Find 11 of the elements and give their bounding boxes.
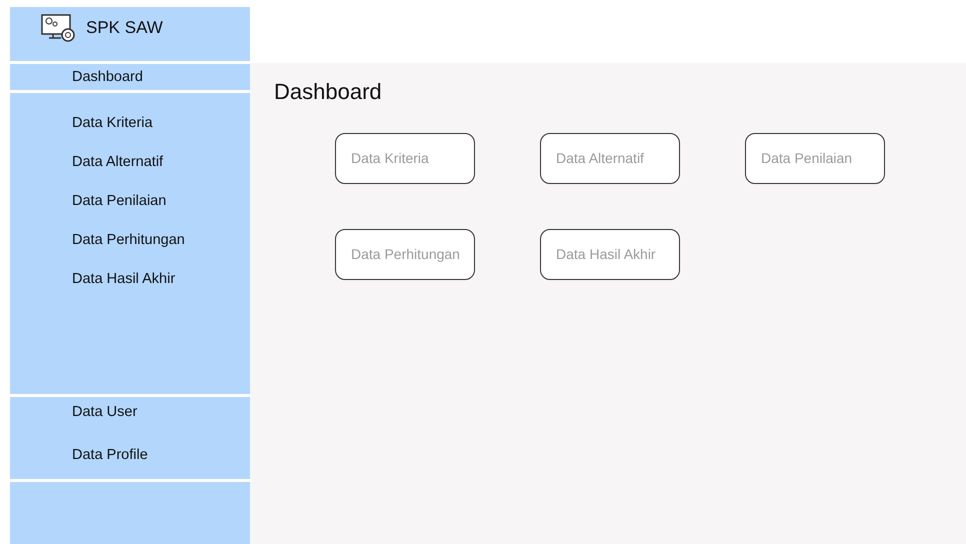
sidebar-item[interactable]: Data Perhitungan <box>10 232 250 248</box>
sidebar-item[interactable]: Dashboard <box>10 69 250 85</box>
sidebar-item[interactable]: Data User <box>10 404 250 420</box>
sidebar-item[interactable]: Data Profile <box>10 447 250 463</box>
app-title: SPK SAW <box>86 18 163 38</box>
sidebar-item[interactable]: Data Alternatif <box>10 154 250 170</box>
sidebar-item[interactable]: Data Penilaian <box>10 193 250 209</box>
monitor-gear-icon <box>40 13 76 43</box>
page-title: Dashboard <box>274 79 382 105</box>
sidebar-item[interactable]: Data Kriteria <box>10 115 250 131</box>
sidebar-item[interactable]: Data Hasil Akhir <box>10 271 250 287</box>
